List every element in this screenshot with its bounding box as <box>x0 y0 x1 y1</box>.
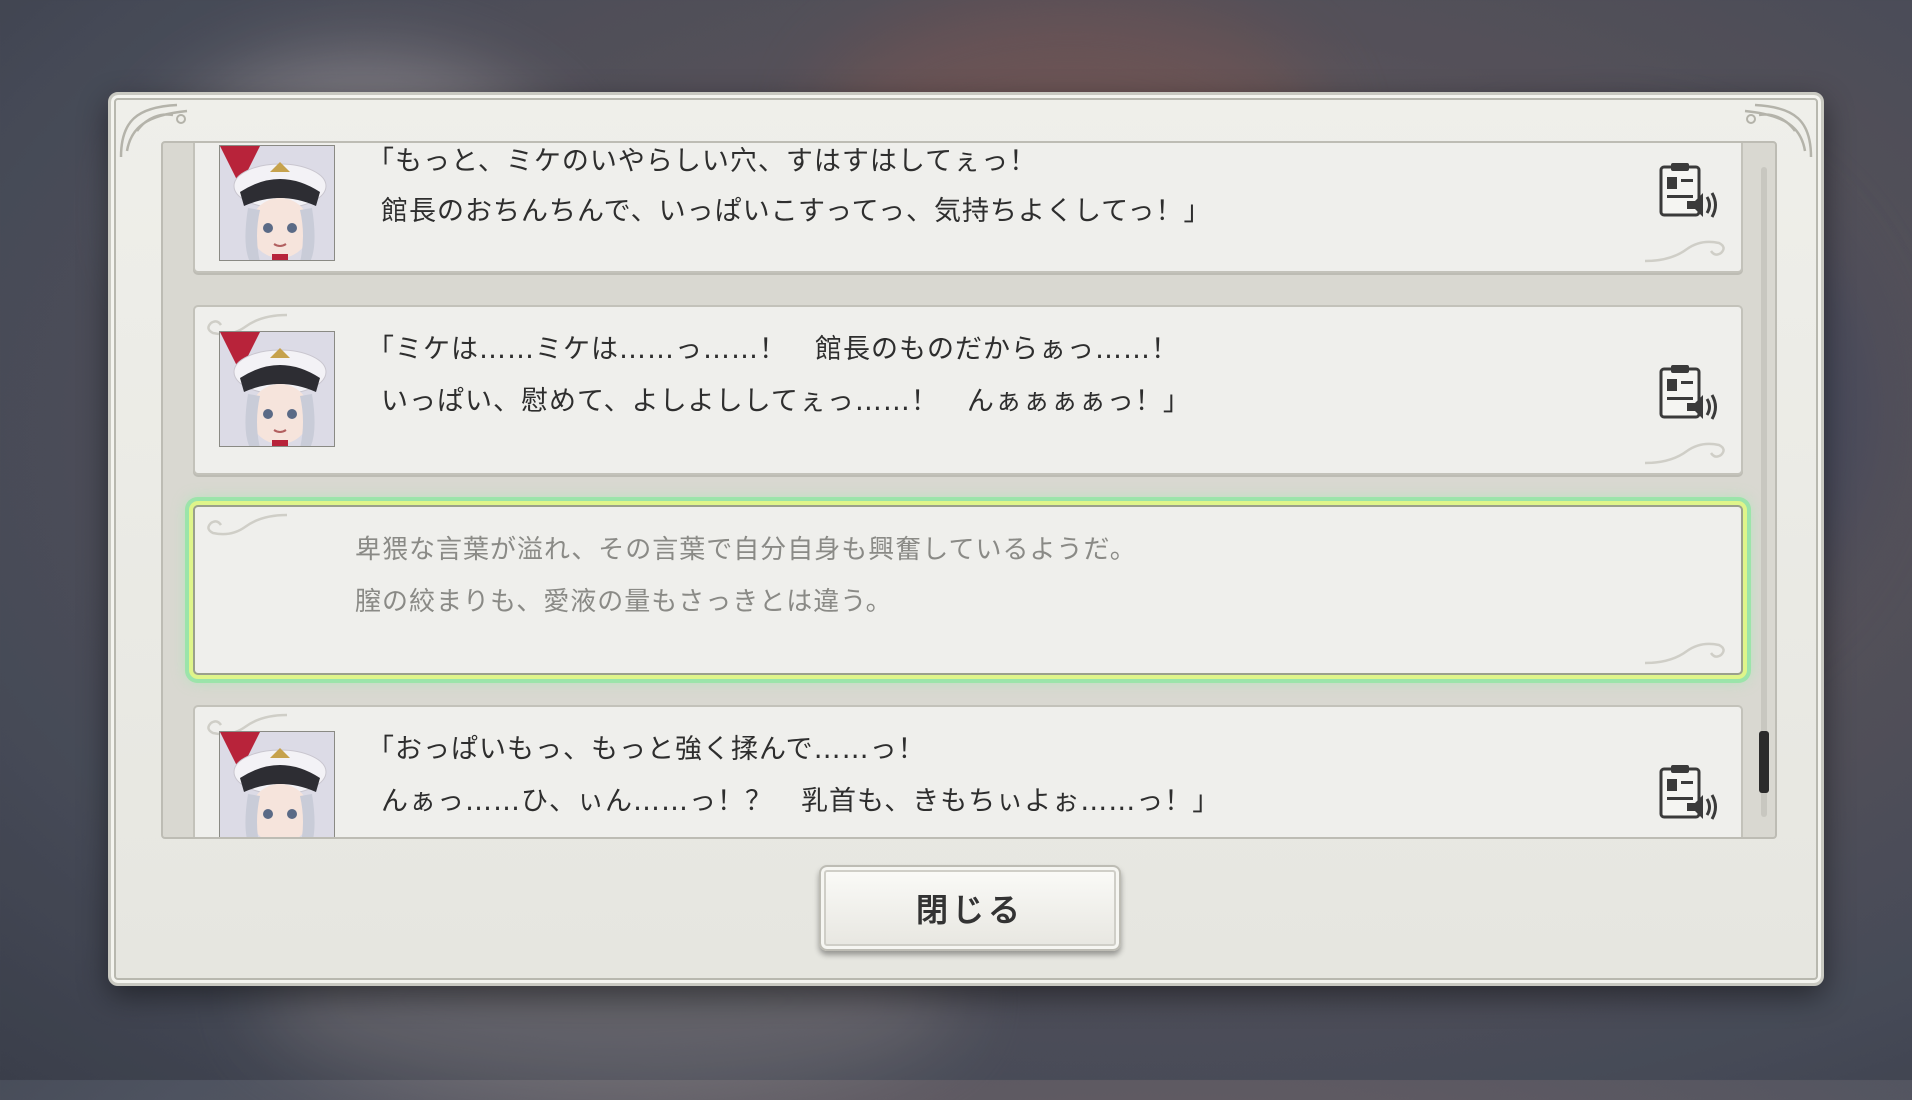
log-entry: 「ミケは……ミケは……っ……！ 館長のものだからぁっ……！ いっぱい、慰めて、よ… <box>193 305 1743 475</box>
character-portrait <box>219 331 335 447</box>
voice-replay-icon[interactable] <box>1657 763 1719 821</box>
log-line: 膣の絞まりも、愛液の量もさっきとは違う。 <box>355 587 893 617</box>
flourish-ornament-icon <box>1644 442 1725 465</box>
close-button[interactable]: 閉じる <box>819 865 1121 951</box>
log-line: んぁっ……ひ、ぃん……っ！？ 乳首も、きもちぃよぉ……っ！」 <box>381 786 1221 817</box>
log-line: 「もっと、ミケのいやらしい穴、すはすはしてぇっ！ <box>367 146 1038 177</box>
character-portrait <box>219 731 335 837</box>
character-portrait <box>219 145 335 261</box>
log-line: 「おっぱいもっ、もっと強く揉んで……っ！ <box>367 734 926 765</box>
backlog-dialog: 「もっと、ミケのいやらしい穴、すはすはしてぇっ！ 館長のおちんちんで、いっぱいこ… <box>108 92 1824 986</box>
voice-replay-icon[interactable] <box>1657 363 1719 421</box>
close-button-label: 閉じる <box>915 891 1024 929</box>
log-line: 「ミケは……ミケは……っ……！ 館長のものだからぁっ……！ <box>367 334 1179 365</box>
log-entry: 「おっぱいもっ、もっと強く揉んで……っ！ んぁっ……ひ、ぃん……っ！？ 乳首も、… <box>193 705 1743 837</box>
voice-replay-icon[interactable] <box>1657 161 1719 219</box>
flourish-ornament-icon <box>207 513 288 536</box>
log-entry-selected: 卑猥な言葉が溢れ、その言葉で自分自身も興奮しているようだ。 膣の絞まりも、愛液の… <box>193 505 1743 675</box>
log-line: いっぱい、慰めて、よしよししてぇっ……！ んぁぁぁぁっ！」 <box>381 386 1191 417</box>
log-entry: 「もっと、ミケのいやらしい穴、すはすはしてぇっ！ 館長のおちんちんで、いっぱいこ… <box>193 143 1743 273</box>
scrollbar-track[interactable] <box>1761 167 1767 817</box>
flourish-ornament-icon <box>1644 642 1725 665</box>
scrollbar-thumb[interactable] <box>1759 731 1769 793</box>
log-line: 館長のおちんちんで、いっぱいこすってっ、気持ちよくしてっ！」 <box>381 196 1212 227</box>
log-line: 卑猥な言葉が溢れ、その言葉で自分自身も興奮しているようだ。 <box>355 535 1137 565</box>
backlog-list[interactable]: 「もっと、ミケのいやらしい穴、すはすはしてぇっ！ 館長のおちんちんで、いっぱいこ… <box>161 141 1777 839</box>
flourish-ornament-icon <box>1644 240 1725 263</box>
